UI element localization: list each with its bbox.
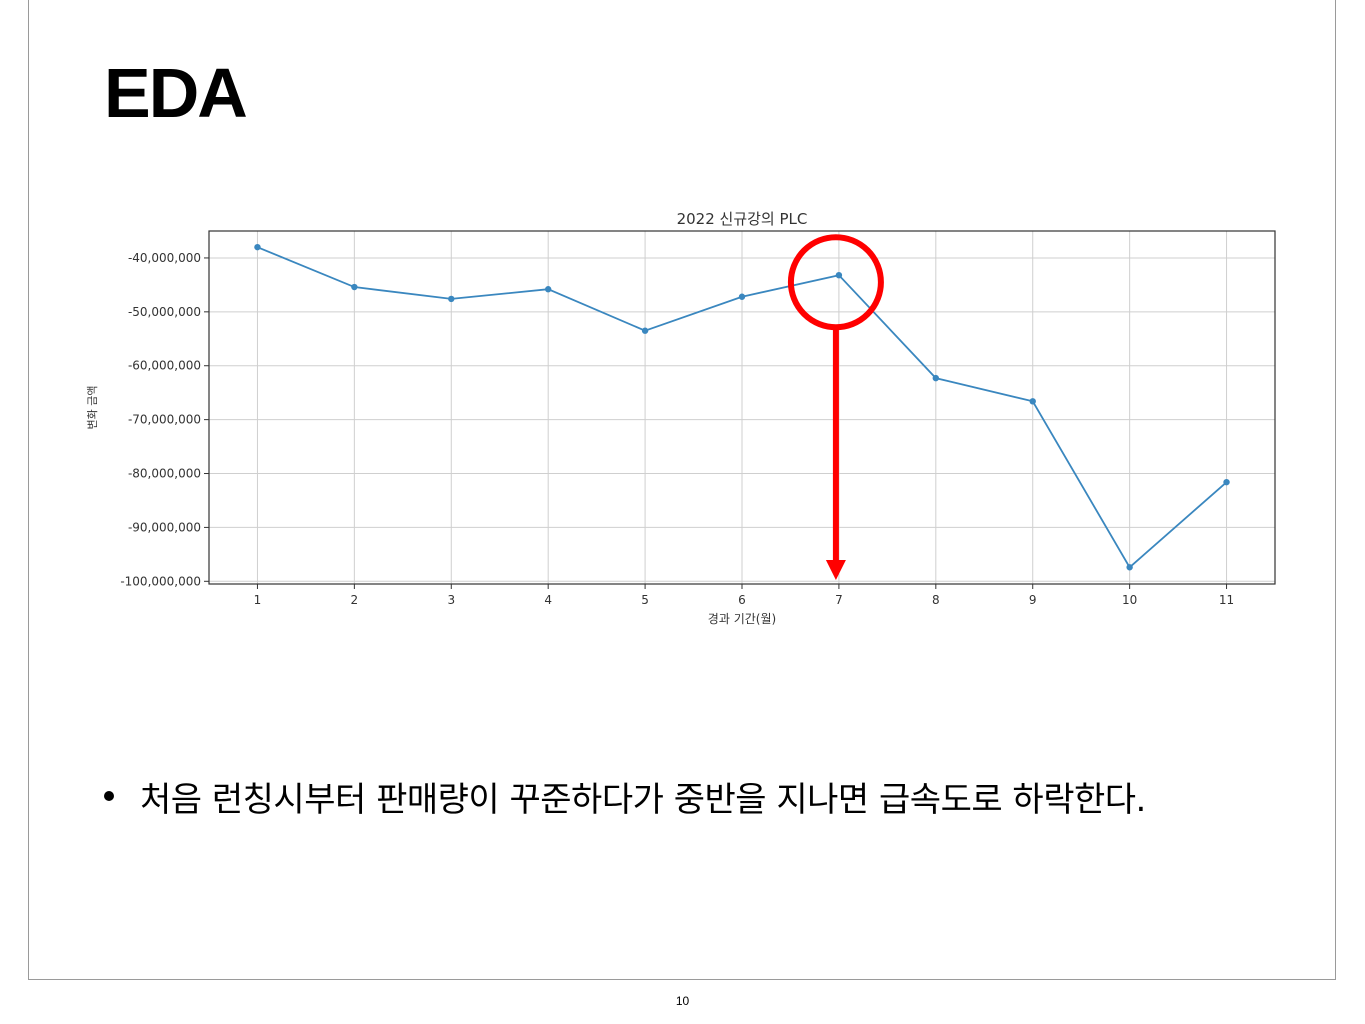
- data-point: [738, 293, 746, 300]
- annotation: [787, 234, 884, 580]
- y-tick-label: -70,000,000: [128, 413, 201, 427]
- x-tick-label: 6: [738, 593, 746, 607]
- x-tick-label: 3: [447, 593, 455, 607]
- y-tick-label: -100,000,000: [120, 574, 201, 588]
- data-point: [932, 374, 940, 382]
- x-tick-label: 9: [1029, 593, 1037, 607]
- y-tick-label: -40,000,000: [128, 251, 201, 265]
- data-point: [1029, 398, 1036, 405]
- y-tick-label: -50,000,000: [128, 305, 201, 319]
- down-arrow-head: [825, 560, 846, 580]
- grid-lines: [209, 231, 1275, 584]
- y-tick-label: -60,000,000: [128, 359, 201, 373]
- bullet-item: 처음 런칭시부터 판매량이 꾸준하다가 중반을 지나면 급속도로 하락한다.: [104, 768, 1146, 824]
- y-tick-label: -80,000,000: [128, 467, 201, 481]
- x-tick-label: 7: [835, 593, 843, 607]
- data-point: [351, 283, 358, 291]
- x-tick-label: 2: [351, 593, 359, 607]
- x-tick-label: 8: [932, 593, 940, 607]
- x-axis-label: 경과 기간(월): [708, 612, 776, 626]
- data-point: [1223, 478, 1230, 486]
- y-tick-label: -90,000,000: [128, 520, 201, 534]
- axis-ticks: 1 2 3 4 5 6 7 8 9 10 11 -40,000,000 -50,000,000 -60,0…: [120, 251, 1234, 607]
- chart-title: 2022 신규강의 PLC: [677, 210, 808, 228]
- x-tick-label: 10: [1122, 593, 1137, 607]
- x-tick-label: 1: [254, 593, 262, 607]
- data-point: [254, 243, 261, 251]
- bullet-text: 처음 런칭시부터 판매량이 꾸준하다가 중반을 지나면 급속도로 하락한다.: [140, 779, 1146, 820]
- bullet-dot: [104, 791, 114, 801]
- x-tick-label: 11: [1219, 593, 1234, 607]
- page-number: 10: [675, 994, 690, 1008]
- data-point: [544, 286, 552, 293]
- data-point: [448, 295, 455, 303]
- data-point: [641, 327, 649, 334]
- y-axis-label: 변화 금액: [86, 386, 99, 430]
- data-point: [1126, 564, 1133, 571]
- data-point: [835, 271, 843, 279]
- plc-line-chart: 1 2 3 4 5 6 7 8 9 10 11 -40,000,000 -50,000,000 -60,0…: [86, 210, 1276, 626]
- x-tick-label: 4: [544, 593, 552, 607]
- slide-title: EDA: [104, 54, 248, 132]
- x-tick-label: 5: [641, 593, 649, 607]
